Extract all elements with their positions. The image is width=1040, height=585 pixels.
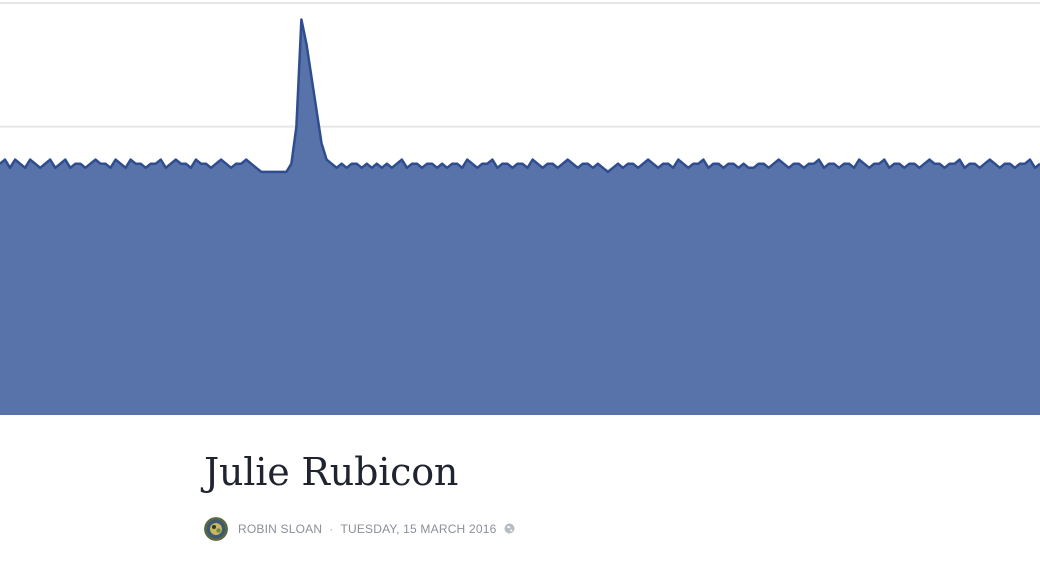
series-line — [0, 18, 1040, 174]
traffic-chart — [0, 0, 1040, 415]
globe-icon — [504, 523, 515, 534]
author-link[interactable]: ROBIN SLOAN — [238, 522, 322, 536]
avatar[interactable] — [204, 516, 228, 541]
series-area — [0, 19, 1040, 415]
post-date[interactable]: TUESDAY, 15 MARCH 2016 — [340, 522, 496, 536]
meta-separator: · — [329, 521, 334, 536]
chart-svg — [0, 2, 1040, 415]
post-header: Julie Rubicon ROBIN SLOAN · TUESDAY, 15 … — [204, 450, 964, 541]
avatar-image — [204, 516, 228, 541]
page: Julie Rubicon ROBIN SLOAN · TUESDAY, 15 … — [0, 0, 1040, 585]
post-meta: ROBIN SLOAN · TUESDAY, 15 MARCH 2016 — [204, 516, 964, 541]
post-title: Julie Rubicon — [204, 450, 459, 494]
